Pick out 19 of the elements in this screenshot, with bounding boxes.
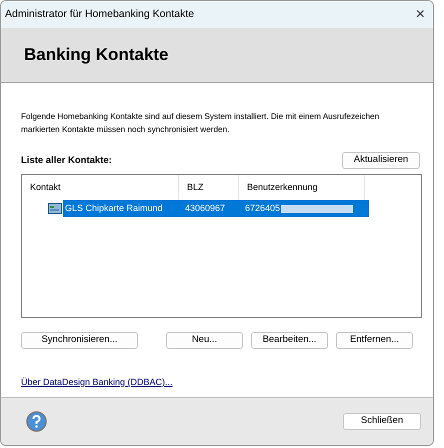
page-heading: Banking Kontakte <box>24 44 169 66</box>
about-link[interactable]: Über DataDesign Banking (DDBAC)... <box>21 376 173 390</box>
list-label: Liste aller Kontakte: <box>21 154 112 168</box>
help-icon[interactable] <box>26 411 47 432</box>
card-icon <box>48 203 62 214</box>
user-id: 6726405 <box>245 202 280 215</box>
action-button[interactable]: Neu... <box>166 332 243 349</box>
close-dialog-button[interactable]: Schließen <box>343 413 421 430</box>
contact-name: GLS Chipkarte Raimund <box>64 202 164 215</box>
contact-row[interactable]: GLS Chipkarte Raimund 43060967 6726405 <box>63 200 369 217</box>
intro-text: Folgende Homebanking Kontakte sind auf diesem System installiert. Die mit einem Ausrufezeichen markierten Kontakte müssen noch synchronisiert werden. <box>21 111 380 136</box>
action-button[interactable]: Synchronisieren... <box>21 332 138 349</box>
action-button[interactable]: Entfernen... <box>336 332 413 349</box>
window-title: Administrator für Homebanking Kontakte <box>5 6 194 22</box>
refresh-button[interactable]: Aktualisieren <box>342 152 420 169</box>
bank-code: 43060967 <box>184 202 226 215</box>
contact-list[interactable]: Kontakt BLZ Benutzerkennung GLS Chipkarte Raimund 43060967 6726405 <box>21 174 422 318</box>
action-button[interactable]: Bearbeiten... <box>251 332 328 349</box>
close-button[interactable]: × <box>416 6 425 22</box>
